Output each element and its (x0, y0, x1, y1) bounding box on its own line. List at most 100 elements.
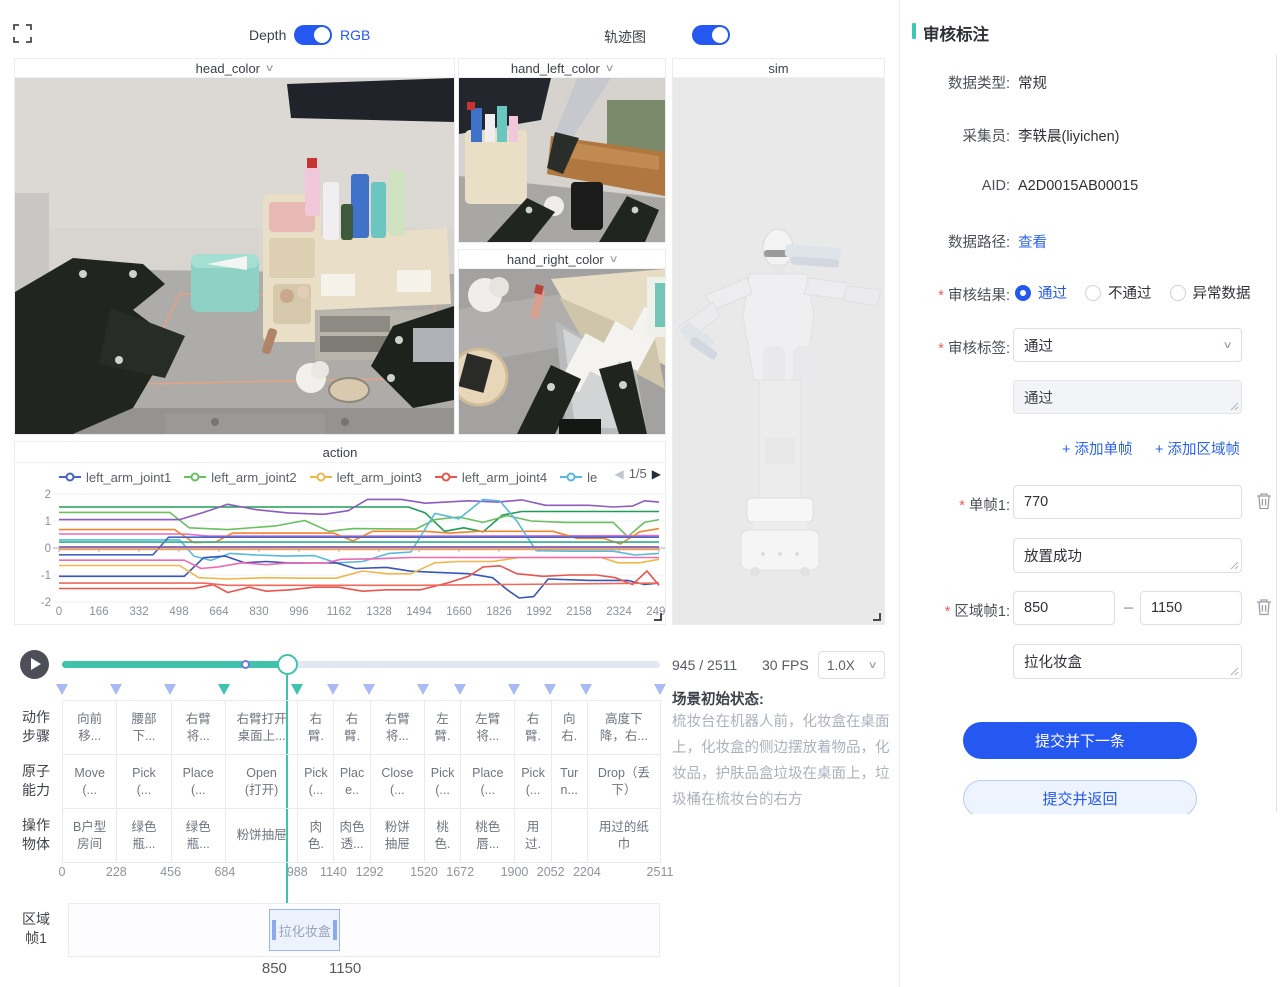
step-marker-icon[interactable] (508, 684, 520, 695)
delete-single-frame-icon[interactable] (1256, 492, 1272, 510)
atomic-skill-cell[interactable]: Close (... (371, 755, 425, 809)
legend-item[interactable]: left_arm_joint1 (59, 470, 171, 485)
resize-grip-icon[interactable] (1230, 561, 1239, 570)
operated-object-cell[interactable]: 用 过. (515, 809, 551, 863)
action-step-cell[interactable]: 右 臂. (515, 701, 551, 755)
step-marker-icon[interactable] (56, 684, 68, 695)
result-radio-option[interactable]: 不通过 (1085, 282, 1152, 303)
panel-resize-handle[interactable] (873, 613, 881, 621)
speed-select[interactable]: 1.0X ∨ (818, 651, 885, 679)
atomic-skill-cell[interactable]: Drop（丢 下） (588, 755, 661, 809)
step-marker-icon[interactable] (291, 684, 303, 695)
operated-object-cell[interactable]: 桃 色. (425, 809, 461, 863)
panel-resize-handle[interactable] (654, 613, 662, 621)
single-frame-marker[interactable] (241, 660, 250, 669)
step-marker-icon[interactable] (363, 684, 375, 695)
operated-object-cell[interactable]: 肉 色. (298, 809, 334, 863)
tag-note-textarea[interactable]: 通过 (1013, 380, 1242, 414)
step-marker-icon[interactable] (580, 684, 592, 695)
legend-item[interactable]: le (560, 470, 597, 485)
region-track[interactable]: 拉化妆盒 (68, 903, 660, 957)
operated-object-cell[interactable]: 用过的纸 巾 (588, 809, 661, 863)
atomic-skill-cell[interactable]: Place (... (172, 755, 226, 809)
hand-right-camera-header[interactable]: hand_right_color∨ (459, 250, 665, 269)
action-step-cell[interactable]: 腰部 下... (117, 701, 171, 755)
pager-prev-icon[interactable]: ◀ (614, 467, 623, 481)
head-camera-header[interactable]: head_color∨ (15, 59, 454, 78)
trajectory-toggle[interactable] (692, 25, 730, 45)
action-step-cell[interactable]: 左 臂. (425, 701, 461, 755)
add-region-frame-link[interactable]: + 添加区域帧 (1155, 438, 1240, 459)
depth-rgb-toggle[interactable] (294, 25, 332, 45)
operated-object-cell[interactable] (552, 809, 588, 863)
legend-item[interactable]: left_arm_joint3 (310, 470, 422, 485)
region-end-input[interactable]: 1150 (1140, 591, 1242, 625)
atomic-skill-cell[interactable]: Pick (... (117, 755, 171, 809)
step-marker-icon[interactable] (417, 684, 429, 695)
fullscreen-icon[interactable] (13, 24, 32, 43)
play-button[interactable] (20, 650, 49, 679)
single-frame-input[interactable]: 770 (1013, 485, 1242, 519)
region-handle-right[interactable] (333, 920, 337, 940)
region-block-label: 拉化妆盒 (279, 921, 331, 940)
region-note-textarea[interactable]: 拉化妆盒 (1013, 644, 1242, 679)
single-frame-note-textarea[interactable]: 放置成功 (1013, 538, 1242, 573)
pager-next-icon[interactable]: ▶ (652, 467, 661, 481)
step-marker-icon[interactable] (654, 684, 666, 695)
result-radio-option[interactable]: 通过 (1015, 282, 1067, 303)
action-step-cell[interactable]: 左臂 将... (461, 701, 515, 755)
legend-item[interactable]: left_arm_joint4 (435, 470, 547, 485)
operated-object-cell[interactable]: 肉色 透... (334, 809, 370, 863)
result-radio-option[interactable]: 异常数据 (1170, 282, 1251, 303)
step-marker-icon[interactable] (110, 684, 122, 695)
action-step-cell[interactable]: 右臂打开 桌面上... (226, 701, 298, 755)
resize-grip-icon[interactable] (1230, 667, 1239, 676)
submit-next-button[interactable]: 提交并下一条 (963, 722, 1197, 759)
region-handle-left[interactable] (272, 920, 276, 940)
submit-back-button[interactable]: 提交并返回 (963, 780, 1197, 814)
action-step-cell[interactable]: 高度下 降，右... (588, 701, 661, 755)
step-marker-icon[interactable] (454, 684, 466, 695)
scrollbar-track[interactable] (1276, 55, 1277, 812)
resize-grip-icon[interactable] (1230, 402, 1239, 411)
radio-icon[interactable] (1170, 285, 1186, 301)
action-step-cell[interactable]: 右臂 将... (371, 701, 425, 755)
action-step-cell[interactable]: 右 臂. (334, 701, 370, 755)
operated-object-cell[interactable]: 粉饼 抽屉 (371, 809, 425, 863)
step-marker-icon[interactable] (544, 684, 556, 695)
region-block[interactable]: 拉化妆盒 (269, 909, 340, 951)
atomic-skill-cell[interactable]: Place (... (461, 755, 515, 809)
operated-object-cell[interactable]: 绿色 瓶... (117, 809, 171, 863)
step-marker-icon[interactable] (164, 684, 176, 695)
operated-object-cell[interactable]: B户型 房间 (63, 809, 117, 863)
action-step-cell[interactable]: 向 右. (552, 701, 588, 755)
atomic-skill-cell[interactable]: Pick (... (298, 755, 334, 809)
atomic-skill-cell[interactable]: Pick (... (515, 755, 551, 809)
radio-icon[interactable] (1015, 285, 1031, 301)
data-path-link[interactable]: 查看 (1018, 231, 1047, 252)
operated-object-cell[interactable]: 粉饼抽屉 (226, 809, 298, 863)
timeline-handle[interactable] (277, 654, 298, 675)
action-step-cell[interactable]: 向前 移... (63, 701, 117, 755)
atomic-skill-cell[interactable]: Plac e.. (334, 755, 370, 809)
svg-text:-2: -2 (41, 597, 51, 609)
region-start-input[interactable]: 850 (1013, 591, 1115, 625)
radio-icon[interactable] (1085, 285, 1101, 301)
chevron-down-icon: ∨ (867, 660, 877, 671)
atomic-skill-cell[interactable]: Open (打开) (226, 755, 298, 809)
action-step-cell[interactable]: 右 臂. (298, 701, 334, 755)
step-marker-icon[interactable] (327, 684, 339, 695)
tag-select[interactable]: 通过 ∨ (1013, 328, 1242, 362)
delete-region-frame-icon[interactable] (1256, 598, 1272, 616)
hand-left-camera-header[interactable]: hand_left_color∨ (459, 59, 665, 78)
atomic-skill-cell[interactable]: Move (... (63, 755, 117, 809)
atomic-skill-cell[interactable]: Tur n... (552, 755, 588, 809)
step-marker-icon[interactable] (218, 684, 230, 695)
action-step-cell[interactable]: 右臂 将... (172, 701, 226, 755)
add-single-frame-link[interactable]: + 添加单帧 (1062, 438, 1133, 459)
legend-item[interactable]: left_arm_joint2 (184, 470, 296, 485)
operated-object-cell[interactable]: 桃色 唇... (461, 809, 515, 863)
operated-object-cell[interactable]: 绿色 瓶... (172, 809, 226, 863)
atomic-skill-cell[interactable]: Pick (... (425, 755, 461, 809)
legend-pager[interactable]: ◀ 1/5 ▶ (610, 466, 661, 481)
